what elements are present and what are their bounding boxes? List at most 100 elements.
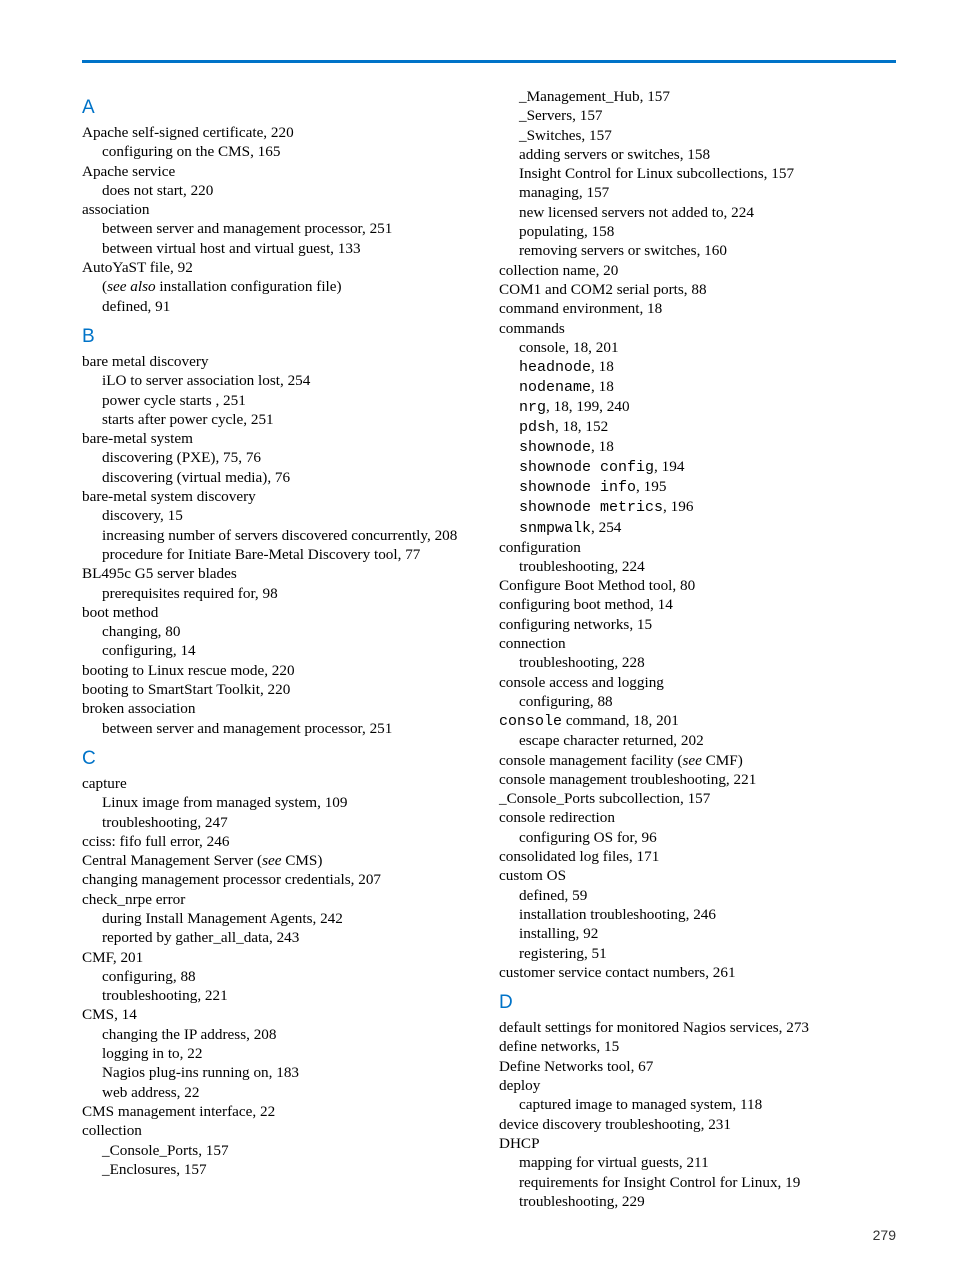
index-subentry: changing the IP address, 208: [82, 1025, 479, 1044]
index-entry: CMS management interface, 22: [82, 1102, 479, 1121]
index-letter: B: [82, 326, 479, 348]
index-subentry: iLO to server association lost, 254: [82, 371, 479, 390]
index-subentry: configuring, 14: [82, 641, 479, 660]
index-subentry: between server and management processor,…: [82, 219, 479, 238]
index-subentry: troubleshooting, 224: [499, 557, 896, 576]
index-entry: console management facility (see CMF): [499, 751, 896, 770]
index-entry: CMS, 14: [82, 1005, 479, 1024]
index-entry: commands: [499, 319, 896, 338]
index-entry: connection: [499, 634, 896, 653]
index-subentry: captured image to managed system, 118: [499, 1095, 896, 1114]
page: AApache self-signed certificate, 220conf…: [0, 0, 954, 1271]
index-subentry: logging in to, 22: [82, 1044, 479, 1063]
index-entry: configuring boot method, 14: [499, 595, 896, 614]
index-subentry: removing servers or switches, 160: [499, 241, 896, 260]
index-entry: collection name, 20: [499, 261, 896, 280]
index-entry: Central Management Server (see CMS): [82, 851, 479, 870]
index-subentry: shownode config, 194: [499, 457, 896, 477]
index-subentry: starts after power cycle, 251: [82, 410, 479, 429]
index-entry: booting to Linux rescue mode, 220: [82, 661, 479, 680]
index-subentry: mapping for virtual guests, 211: [499, 1153, 896, 1172]
column-right: _Management_Hub, 157_Servers, 157_Switch…: [499, 87, 896, 1211]
index-subentry: _Console_Ports, 157: [82, 1141, 479, 1160]
index-subentry: installing, 92: [499, 924, 896, 943]
index-subentry: troubleshooting, 228: [499, 653, 896, 672]
index-letter: D: [499, 992, 896, 1014]
index-subentry: configuring OS for, 96: [499, 828, 896, 847]
index-subentry: installation troubleshooting, 246: [499, 905, 896, 924]
index-subentry: _Switches, 157: [499, 126, 896, 145]
index-subentry: changing, 80: [82, 622, 479, 641]
index-subentry: adding servers or switches, 158: [499, 145, 896, 164]
index-subentry: configuring, 88: [499, 692, 896, 711]
index-subentry: managing, 157: [499, 183, 896, 202]
index-entry: bare-metal system: [82, 429, 479, 448]
header-rule: [82, 60, 896, 63]
index-entry: association: [82, 200, 479, 219]
index-entry: changing management processor credential…: [82, 870, 479, 889]
index-subentry: procedure for Initiate Bare-Metal Discov…: [82, 545, 479, 564]
index-entry: Define Networks tool, 67: [499, 1057, 896, 1076]
index-entry: AutoYaST file, 92: [82, 258, 479, 277]
index-entry: check_nrpe error: [82, 890, 479, 909]
index-subentry: troubleshooting, 221: [82, 986, 479, 1005]
index-entry: COM1 and COM2 serial ports, 88: [499, 280, 896, 299]
index-entry: booting to SmartStart Toolkit, 220: [82, 680, 479, 699]
page-number: 279: [873, 1227, 896, 1243]
index-entry: cciss: fifo full error, 246: [82, 832, 479, 851]
index-entry: configuring networks, 15: [499, 615, 896, 634]
index-subentry: _Servers, 157: [499, 106, 896, 125]
index-entry: console management troubleshooting, 221: [499, 770, 896, 789]
index-subentry: registering, 51: [499, 944, 896, 963]
index-subentry: _Management_Hub, 157: [499, 87, 896, 106]
index-entry: broken association: [82, 699, 479, 718]
index-entry: console access and logging: [499, 673, 896, 692]
index-subentry: increasing number of servers discovered …: [82, 526, 479, 545]
index-subentry: Insight Control for Linux subcollections…: [499, 164, 896, 183]
index-subentry: discovering (virtual media), 76: [82, 468, 479, 487]
index-entry: bare metal discovery: [82, 352, 479, 371]
index-subentry: Linux image from managed system, 109: [82, 793, 479, 812]
index-subentry: discovery, 15: [82, 506, 479, 525]
index-entry: define networks, 15: [499, 1037, 896, 1056]
index-entry: custom OS: [499, 866, 896, 885]
index-subentry: console, 18, 201: [499, 338, 896, 357]
index-subentry: discovering (PXE), 75, 76: [82, 448, 479, 467]
index-entry: console command, 18, 201: [499, 711, 896, 731]
index-subentry: defined, 59: [499, 886, 896, 905]
index-subentry: pdsh, 18, 152: [499, 417, 896, 437]
index-subentry: power cycle starts , 251: [82, 391, 479, 410]
index-entry: command environment, 18: [499, 299, 896, 318]
index-entry: CMF, 201: [82, 948, 479, 967]
index-entry: Apache self-signed certificate, 220: [82, 123, 479, 142]
index-subentry: populating, 158: [499, 222, 896, 241]
index-subentry: Nagios plug-ins running on, 183: [82, 1063, 479, 1082]
index-subentry: between server and management processor,…: [82, 719, 479, 738]
index-subentry: troubleshooting, 247: [82, 813, 479, 832]
index-entry: DHCP: [499, 1134, 896, 1153]
index-entry: deploy: [499, 1076, 896, 1095]
index-entry: device discovery troubleshooting, 231: [499, 1115, 896, 1134]
index-letter: C: [82, 748, 479, 770]
index-entry: bare-metal system discovery: [82, 487, 479, 506]
index-subentry: troubleshooting, 229: [499, 1192, 896, 1211]
index-subentry: prerequisites required for, 98: [82, 584, 479, 603]
index-subentry: configuring on the CMS, 165: [82, 142, 479, 161]
index-entry: consolidated log files, 171: [499, 847, 896, 866]
index-subentry: shownode, 18: [499, 437, 896, 457]
index-entry: boot method: [82, 603, 479, 622]
index-subentry: (see also installation configuration fil…: [82, 277, 479, 296]
index-subentry: new licensed servers not added to, 224: [499, 203, 896, 222]
index-subentry: requirements for Insight Control for Lin…: [499, 1173, 896, 1192]
index-entry: BL495c G5 server blades: [82, 564, 479, 583]
index-entry: configuration: [499, 538, 896, 557]
index-subentry: between virtual host and virtual guest, …: [82, 239, 479, 258]
index-entry: collection: [82, 1121, 479, 1140]
column-left: AApache self-signed certificate, 220conf…: [82, 87, 479, 1211]
index-letter: A: [82, 97, 479, 119]
index-entry: console redirection: [499, 808, 896, 827]
index-subentry: configuring, 88: [82, 967, 479, 986]
index-subentry: shownode metrics, 196: [499, 497, 896, 517]
index-subentry: snmpwalk, 254: [499, 518, 896, 538]
index-entry: capture: [82, 774, 479, 793]
